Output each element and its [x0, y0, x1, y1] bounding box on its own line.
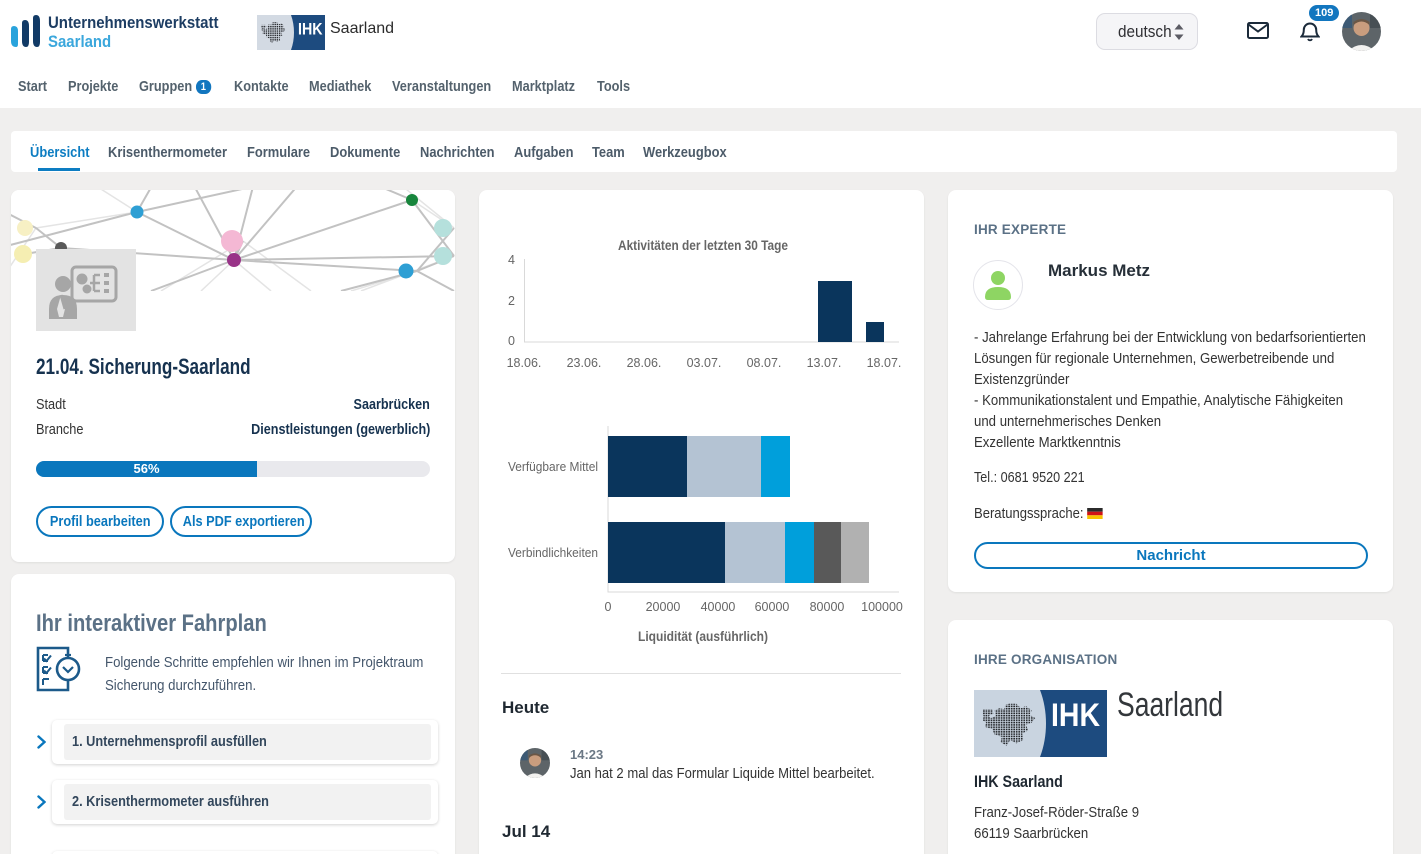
- svg-text:18.06.: 18.06.: [507, 356, 542, 370]
- svg-text:0: 0: [605, 600, 612, 614]
- svg-text:IHK: IHK: [1051, 697, 1100, 733]
- svg-text:0: 0: [508, 334, 515, 348]
- svg-text:Verfügbare Mittel: Verfügbare Mittel: [508, 460, 598, 474]
- svg-text:18.07.: 18.07.: [867, 356, 902, 370]
- svg-text:100000: 100000: [861, 600, 903, 614]
- svg-text:13.07.: 13.07.: [807, 356, 842, 370]
- svg-text:80000: 80000: [810, 600, 845, 614]
- svg-text:Verbindlichkeiten: Verbindlichkeiten: [508, 546, 598, 560]
- svg-text:4: 4: [508, 253, 515, 267]
- svg-text:IHK: IHK: [298, 21, 323, 39]
- svg-text:40000: 40000: [701, 600, 736, 614]
- svg-text:03.07.: 03.07.: [687, 356, 722, 370]
- svg-text:08.07.: 08.07.: [747, 356, 782, 370]
- svg-text:2: 2: [508, 294, 515, 308]
- svg-text:28.06.: 28.06.: [627, 356, 662, 370]
- svg-text:60000: 60000: [755, 600, 790, 614]
- svg-text:23.06.: 23.06.: [567, 356, 602, 370]
- svg-text:20000: 20000: [646, 600, 681, 614]
- svg-text:Liquidität (ausführlich): Liquidität (ausführlich): [638, 628, 768, 644]
